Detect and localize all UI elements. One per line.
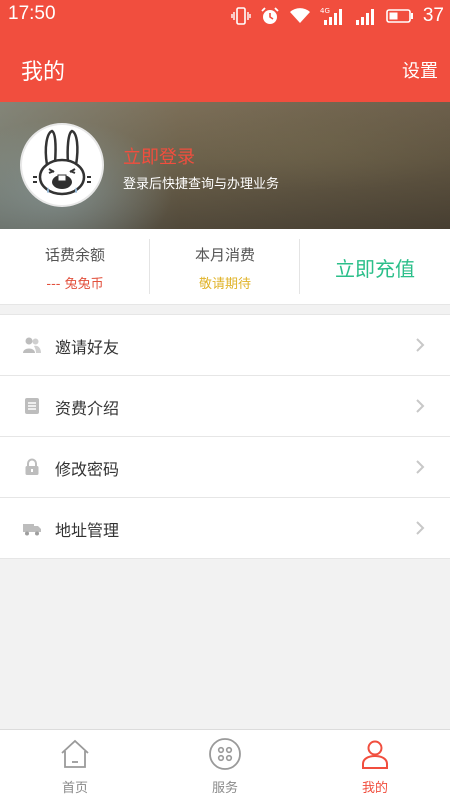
lock-icon: [25, 458, 39, 475]
balance-label: 话费余额: [44, 246, 105, 264]
home-icon: [61, 739, 89, 768]
signal-4g-icon: 4G: [320, 7, 342, 25]
battery-level: 37: [422, 5, 444, 26]
status-bar: 17:50 4G 37: [0, 0, 450, 32]
chevron-right-icon: [416, 460, 425, 474]
grid-icon: [209, 738, 241, 770]
balance-value: --- 兔兔币: [46, 277, 104, 292]
document-icon: [25, 398, 39, 414]
chevron-right-icon: [416, 399, 425, 413]
truck-icon: [23, 524, 41, 536]
account-stats: 话费余额 --- 兔兔币 本月消费 敬请期待 立即充值: [0, 229, 450, 305]
menu-item-label: 邀请好友: [55, 338, 120, 357]
balance-stat[interactable]: 话费余额 --- 兔兔币: [0, 229, 150, 304]
menu-item-label: 修改密码: [55, 460, 120, 479]
chevron-right-icon: [416, 338, 425, 352]
person-icon: [362, 740, 388, 769]
tab-label: 首页: [61, 781, 88, 796]
alarm-icon: [261, 7, 279, 24]
chevron-right-icon: [416, 521, 425, 535]
svg-text:4G: 4G: [320, 7, 330, 15]
profile-banner: 立即登录 登录后快捷查询与办理业务: [0, 102, 450, 229]
people-icon: [23, 337, 41, 353]
signal-icon: [355, 9, 374, 25]
page-title: 我的: [21, 60, 66, 85]
title-bar: 我的 设置: [0, 32, 450, 102]
tab-service[interactable]: 服务: [150, 730, 300, 801]
wifi-icon: [289, 8, 310, 23]
login-subtitle: 登录后快捷查询与办理业务: [123, 177, 280, 192]
recharge-label: 立即充值: [335, 257, 415, 281]
settings-button[interactable]: 设置: [402, 57, 438, 83]
monthly-value: 敬请期待: [198, 277, 251, 292]
menu-item-label: 地址管理: [55, 521, 120, 540]
monthly-label: 本月消费: [194, 246, 255, 264]
recharge-button[interactable]: 立即充值: [300, 229, 450, 304]
menu-list: 邀请好友 资费介绍 修改密码 地址管理: [0, 314, 450, 559]
tab-label: 我的: [361, 781, 388, 796]
menu-item-label: 资费介绍: [55, 399, 120, 418]
vibrate-icon: [231, 7, 251, 25]
rabbit-avatar-icon: [33, 129, 91, 196]
monthly-stat[interactable]: 本月消费 敬请期待: [150, 229, 300, 304]
menu-item-pricing[interactable]: 资费介绍: [0, 376, 450, 437]
menu-item-invite-friends[interactable]: 邀请好友: [0, 315, 450, 376]
tab-home[interactable]: 首页: [0, 730, 150, 801]
tab-mine[interactable]: 我的: [300, 730, 450, 801]
status-icons: 4G 37: [231, 4, 444, 28]
status-time: 17:50: [8, 3, 56, 24]
avatar[interactable]: [20, 123, 104, 207]
tab-label: 服务: [211, 781, 238, 796]
menu-item-change-password[interactable]: 修改密码: [0, 437, 450, 498]
bottom-tab-bar: 首页 服务 我的: [0, 729, 450, 801]
battery-icon: [386, 9, 413, 23]
menu-item-address[interactable]: 地址管理: [0, 498, 450, 558]
login-link[interactable]: 立即登录: [123, 143, 195, 169]
